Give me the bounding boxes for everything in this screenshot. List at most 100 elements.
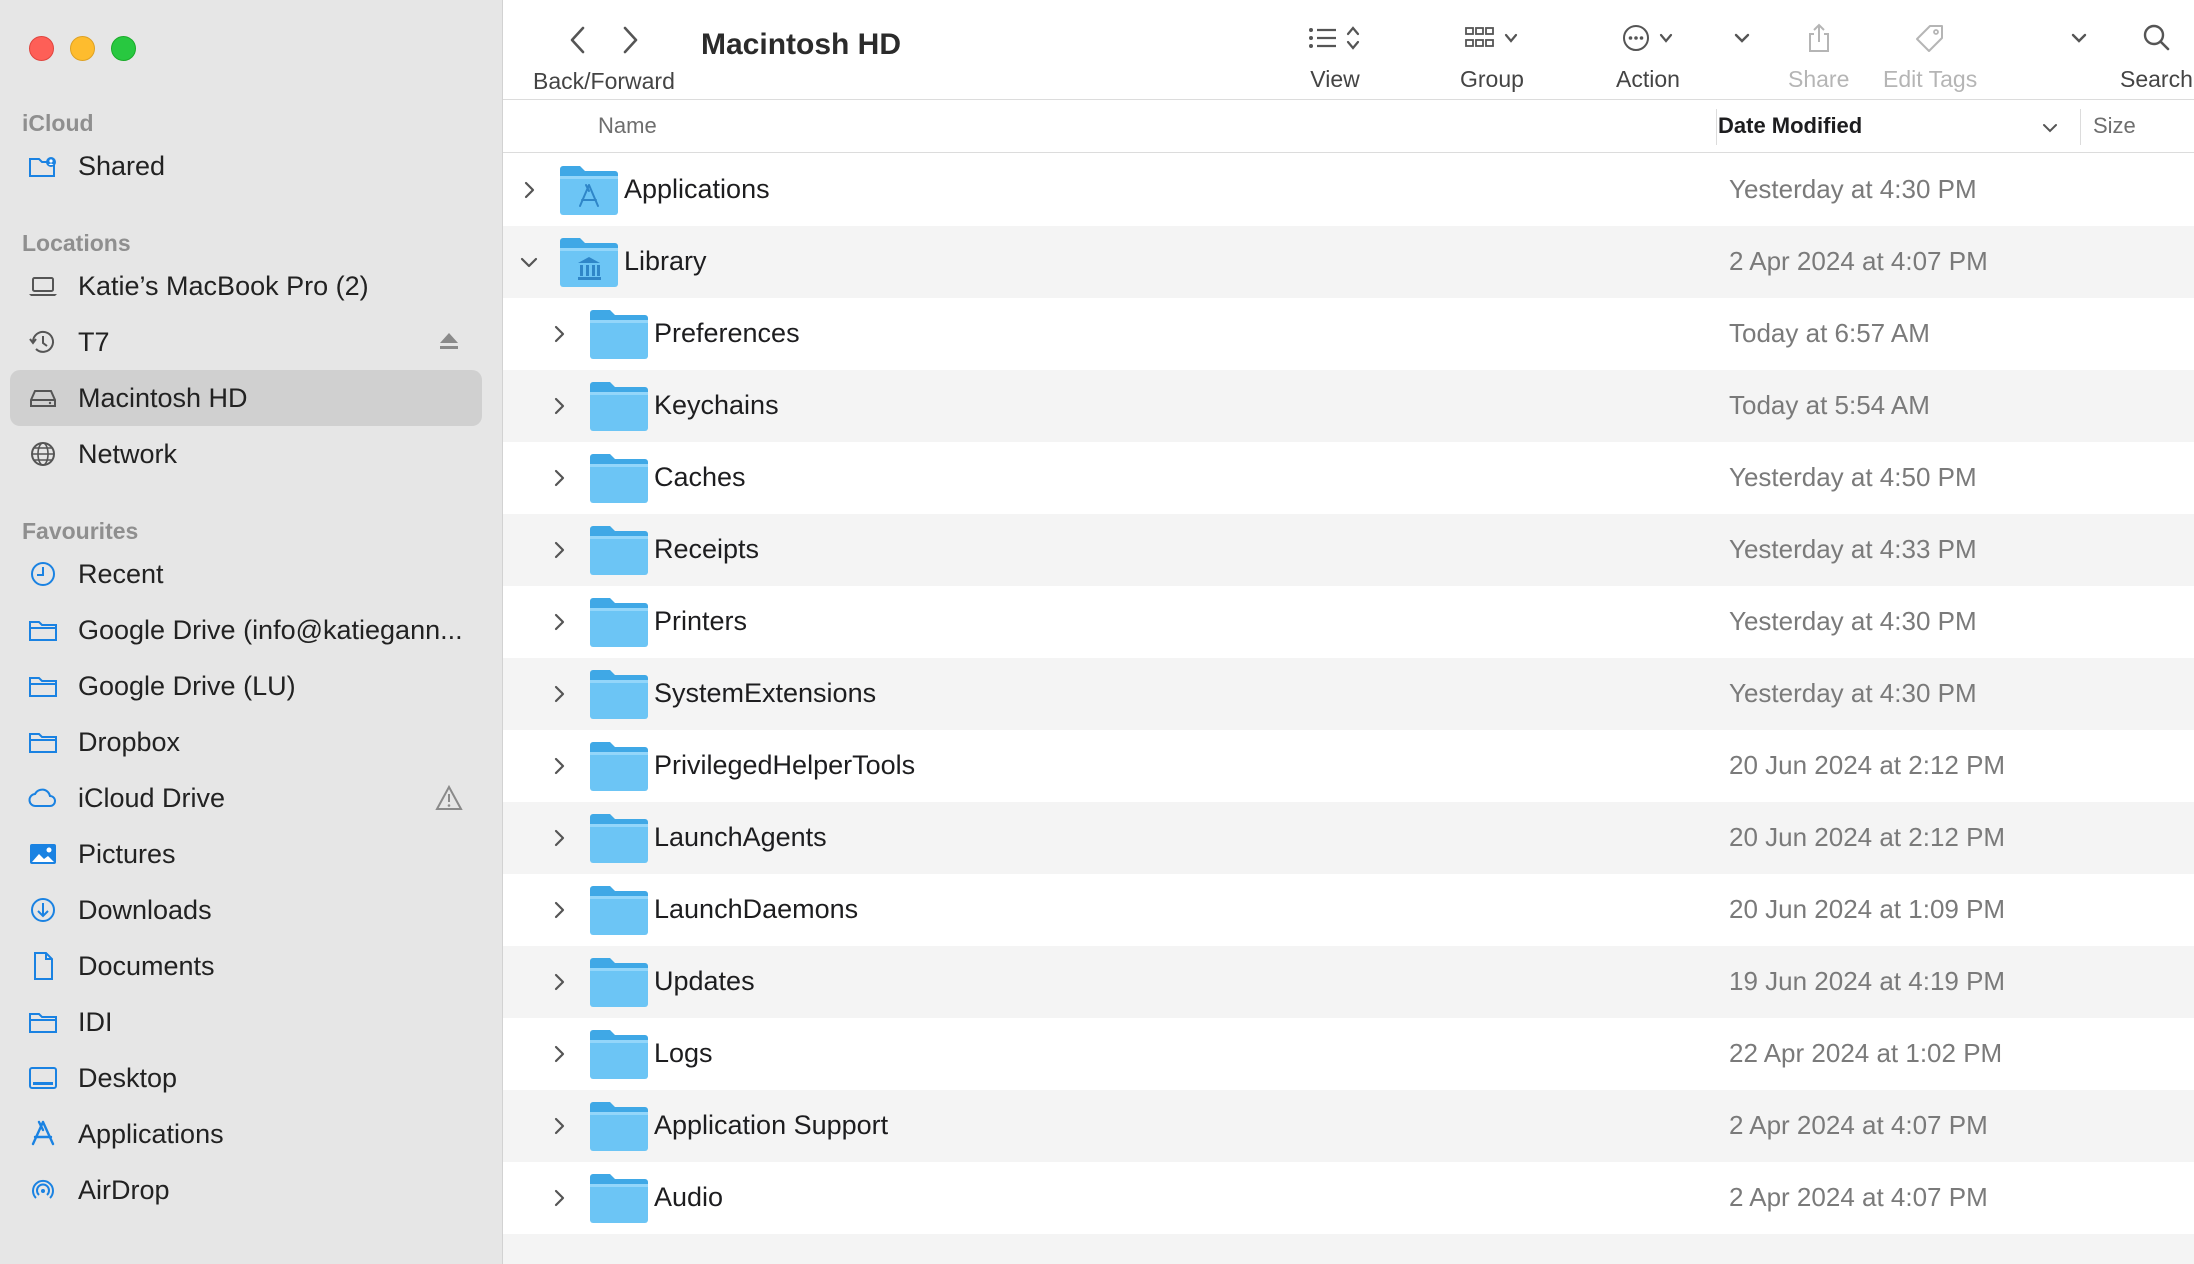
file-row[interactable]: Printers Yesterday at 4:30 PM — [503, 586, 2194, 658]
sidebar-item-pictures[interactable]: Pictures — [10, 826, 482, 882]
sidebar-item-label: Documents — [78, 950, 215, 981]
sidebar-item-network[interactable]: Network — [10, 426, 482, 482]
disclosure-collapsed-chevron-icon[interactable] — [547, 322, 571, 346]
sidebar-item-label: Dropbox — [78, 726, 181, 757]
eject-icon[interactable] — [434, 327, 464, 357]
file-row[interactable]: SystemExtensions Yesterday at 4:30 PM — [503, 658, 2194, 730]
disclosure-collapsed-chevron-icon[interactable] — [547, 394, 571, 418]
sidebar-item-label: Google Drive (LU) — [78, 670, 296, 701]
sidebar-item-label: AirDrop — [78, 1174, 170, 1205]
file-row[interactable]: Caches Yesterday at 4:50 PM — [503, 442, 2194, 514]
sidebar-item-applications[interactable]: Applications — [10, 1106, 482, 1162]
sidebar-item-desktop[interactable]: Desktop — [10, 1050, 482, 1106]
disclosure-collapsed-chevron-icon[interactable] — [547, 610, 571, 634]
file-row[interactable]: Receipts Yesterday at 4:33 PM — [503, 514, 2194, 586]
sidebar-item-shared[interactable]: Shared — [10, 138, 482, 194]
sidebar-item-macbook[interactable]: Katie’s MacBook Pro (2) — [10, 258, 482, 314]
toolbar-more-chevron-icon[interactable] — [2067, 24, 2091, 52]
file-name: SystemExtensions — [654, 678, 877, 708]
disclosure-collapsed-chevron-icon[interactable] — [547, 538, 571, 562]
folder-icon — [26, 725, 60, 759]
file-row[interactable]: LaunchAgents 20 Jun 2024 at 2:12 PM — [503, 802, 2194, 874]
sort-descending-chevron-icon[interactable] — [2039, 117, 2061, 139]
document-icon — [26, 949, 60, 983]
share-button[interactable]: Share — [1788, 18, 1849, 93]
forward-chevron-icon[interactable] — [619, 24, 641, 56]
view-button[interactable]: View — [1308, 18, 1362, 93]
back-chevron-icon[interactable] — [567, 24, 589, 56]
file-row-partial — [503, 1234, 2194, 1264]
action-button[interactable]: Action — [1616, 18, 1680, 93]
sidebar-section-favourites: Favourites — [22, 518, 139, 544]
file-row[interactable]: Application Support 2 Apr 2024 at 4:07 PM — [503, 1090, 2194, 1162]
file-row[interactable]: Library 2 Apr 2024 at 4:07 PM — [503, 226, 2194, 298]
sidebar-item-label: Applications — [78, 1118, 224, 1149]
sidebar-item-google-drive-lu[interactable]: Google Drive (LU) — [10, 658, 482, 714]
disclosure-collapsed-chevron-icon[interactable] — [547, 1186, 571, 1210]
file-row[interactable]: LaunchDaemons 20 Jun 2024 at 1:09 PM — [503, 874, 2194, 946]
sidebar-item-label: Downloads — [78, 894, 212, 925]
file-row[interactable]: Preferences Today at 6:57 AM — [503, 298, 2194, 370]
disclosure-expanded-chevron-icon[interactable] — [517, 250, 541, 274]
library-folder-icon — [560, 238, 618, 287]
disclosure-collapsed-chevron-icon[interactable] — [517, 178, 541, 202]
file-row[interactable]: Updates 19 Jun 2024 at 4:19 PM — [503, 946, 2194, 1018]
chevron-down-icon — [1659, 33, 1673, 43]
file-name: LaunchDaemons — [654, 894, 859, 924]
file-date-modified: 20 Jun 2024 at 1:09 PM — [1729, 894, 2006, 924]
hard-drive-icon — [26, 381, 60, 415]
edit-tags-button[interactable]: Edit Tags — [1883, 18, 1977, 93]
sidebar-item-google-drive-info[interactable]: Google Drive (info@katiegann... — [10, 602, 482, 658]
warning-icon[interactable] — [434, 783, 464, 813]
column-divider[interactable] — [2080, 109, 2081, 145]
window-controls — [29, 36, 136, 61]
back-forward-label: Back/Forward — [533, 68, 675, 94]
file-row[interactable]: Keychains Today at 5:54 AM — [503, 370, 2194, 442]
sidebar-item-dropbox[interactable]: Dropbox — [10, 714, 482, 770]
file-date-modified: Today at 6:57 AM — [1729, 318, 1930, 348]
file-date-modified: 2 Apr 2024 at 4:07 PM — [1729, 1110, 1988, 1140]
toolbar-overflow-chevron-icon[interactable] — [1730, 24, 1754, 52]
disclosure-collapsed-chevron-icon[interactable] — [547, 898, 571, 922]
sidebar-item-label: iCloud Drive — [78, 782, 226, 813]
folder-icon — [26, 613, 60, 647]
disclosure-collapsed-chevron-icon[interactable] — [547, 754, 571, 778]
file-row[interactable]: Logs 22 Apr 2024 at 1:02 PM — [503, 1018, 2194, 1090]
disclosure-collapsed-chevron-icon[interactable] — [547, 682, 571, 706]
sidebar-item-recent[interactable]: Recent — [10, 546, 482, 602]
group-button[interactable]: Group — [1460, 18, 1524, 93]
column-date-modified-header[interactable]: Date Modified — [1718, 113, 1862, 139]
sidebar-item-t7[interactable]: T7 — [10, 314, 482, 370]
file-row[interactable]: PrivilegedHelperTools 20 Jun 2024 at 2:12… — [503, 730, 2194, 802]
disclosure-collapsed-chevron-icon[interactable] — [547, 970, 571, 994]
column-name-header[interactable]: Name — [598, 113, 657, 139]
action-label: Action — [1616, 66, 1680, 92]
file-name: Keychains — [654, 390, 779, 420]
file-row[interactable]: Applications Yesterday at 4:30 PM — [503, 154, 2194, 226]
sidebar-item-macintosh-hd[interactable]: Macintosh HD — [10, 370, 482, 426]
disclosure-collapsed-chevron-icon[interactable] — [547, 466, 571, 490]
sidebar-item-downloads[interactable]: Downloads — [10, 882, 482, 938]
file-name: Updates — [654, 966, 755, 996]
zoom-window-button[interactable] — [111, 36, 136, 61]
sidebar-item-idi[interactable]: IDI — [10, 994, 482, 1050]
folder-icon — [590, 1174, 648, 1223]
file-date-modified: Yesterday at 4:50 PM — [1729, 462, 1977, 492]
sidebar-item-airdrop[interactable]: AirDrop — [10, 1162, 482, 1218]
file-row[interactable]: Audio 2 Apr 2024 at 4:07 PM — [503, 1162, 2194, 1234]
folder-icon — [590, 454, 648, 503]
disclosure-collapsed-chevron-icon[interactable] — [547, 1042, 571, 1066]
disclosure-collapsed-chevron-icon[interactable] — [547, 1114, 571, 1138]
file-name: Logs — [654, 1038, 713, 1068]
back-forward-control[interactable]: Back/Forward — [533, 20, 675, 95]
close-window-button[interactable] — [29, 36, 54, 61]
search-button[interactable]: Search — [2120, 18, 2193, 93]
minimize-window-button[interactable] — [70, 36, 95, 61]
sidebar-item-documents[interactable]: Documents — [10, 938, 482, 994]
sidebar-item-label: IDI — [78, 1006, 113, 1037]
disclosure-collapsed-chevron-icon[interactable] — [547, 826, 571, 850]
file-name: Applications — [624, 174, 770, 204]
sidebar-item-icloud-drive[interactable]: iCloud Drive — [10, 770, 482, 826]
column-divider[interactable] — [1716, 109, 1717, 145]
column-size-header[interactable]: Size — [2093, 113, 2136, 139]
